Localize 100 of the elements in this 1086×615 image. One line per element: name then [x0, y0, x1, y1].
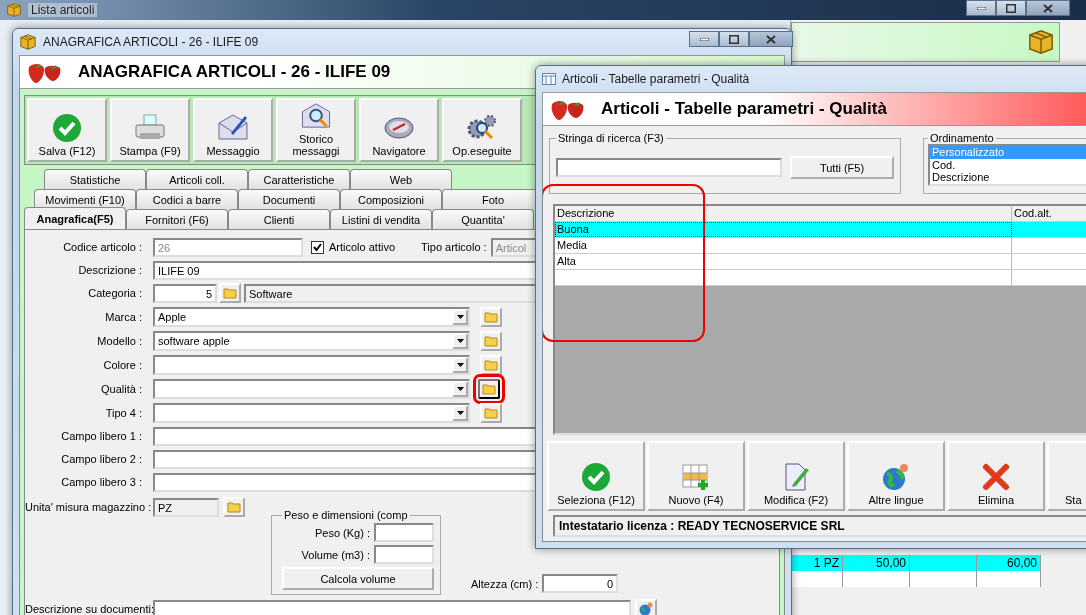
minimize-button[interactable] [689, 31, 719, 47]
tab[interactable]: Clienti [228, 209, 330, 229]
field-label: Marca : [104, 310, 143, 323]
tab[interactable]: Quantita' [432, 209, 534, 229]
table-cell: Alta [555, 254, 1012, 269]
tab[interactable]: Codici a barre [136, 189, 238, 209]
grid-row[interactable]: 1 PZ 50,00 60,00 [791, 555, 1041, 571]
list-item[interactable]: Cod. [930, 158, 1086, 171]
checkbox[interactable] [311, 240, 324, 254]
dropdown[interactable] [153, 402, 470, 423]
toolbar-button[interactable]: Navigatore [359, 98, 439, 162]
close-button[interactable] [1026, 0, 1070, 16]
input-field[interactable]: 0 [542, 574, 619, 593]
toolbar-button[interactable]: Elimina [947, 441, 1045, 511]
tab[interactable]: Documenti [238, 189, 340, 209]
tab[interactable]: Web [350, 169, 452, 189]
tab[interactable]: Articoli coll. [146, 169, 248, 189]
field-label: Tipo articolo : [421, 241, 487, 253]
check-icon [52, 113, 82, 143]
toolbar-button[interactable]: Seleziona (F12) [547, 441, 645, 511]
caret-icon [456, 314, 464, 319]
grid-row[interactable]: Alta [555, 254, 1086, 270]
close-icon [766, 34, 776, 44]
input-field[interactable]: PZ [153, 497, 219, 517]
toolbar-button[interactable]: Stampa (F9) [110, 98, 190, 162]
field-label: Campo libero 3 : [60, 476, 143, 488]
toolbar-button[interactable]: Salva (F12) [27, 98, 107, 162]
maximize-button[interactable] [996, 0, 1026, 16]
caret-icon [456, 386, 464, 391]
dropdown[interactable]: software apple [153, 330, 470, 351]
toolbar-button[interactable]: Modifica (F2) [747, 441, 845, 511]
maximize-icon [1006, 3, 1016, 13]
table-icon [542, 73, 556, 85]
table-cell: Media [555, 238, 1012, 253]
field-label: Peso (Kg) : [314, 526, 370, 539]
input-field[interactable] [374, 545, 434, 564]
field-label: Altezza (cm) : [471, 577, 539, 590]
folder-icon [484, 310, 498, 323]
delete-cross-icon [981, 462, 1011, 492]
folder-icon [227, 501, 241, 513]
field-label: Campo libero 1 : [60, 430, 143, 442]
folder-icon [484, 334, 498, 347]
toolbar-button[interactable]: Altre lingue [847, 441, 945, 511]
globe-icon [639, 602, 653, 615]
field-label: Colore : [102, 358, 143, 371]
dropdown[interactable] [153, 354, 470, 375]
dropdown[interactable] [153, 378, 470, 399]
maximize-button[interactable] [719, 31, 749, 47]
group-title: Peso e dimensioni (comp [283, 509, 409, 521]
group-title: Ordinamento [929, 132, 995, 144]
toolbar-button[interactable]: Op.eseguite [442, 98, 522, 162]
column-header[interactable]: Descrizione [555, 206, 1012, 221]
check-icon [313, 242, 322, 252]
input-field[interactable] [153, 599, 631, 615]
envelope-magnifier-icon [300, 102, 332, 131]
checkbox-label: Articolo attivo [329, 241, 396, 253]
field-label: Categoria : [87, 287, 143, 299]
field-label: Tipo 4 : [104, 406, 143, 419]
tab[interactable]: Anagrafica(F5) [24, 207, 126, 229]
minimize-icon [699, 37, 709, 41]
column-header[interactable]: Cod.alt. [1012, 206, 1086, 221]
maximize-icon [729, 34, 739, 44]
close-button[interactable] [749, 31, 793, 47]
field-label: Unita' misura magazzino : [25, 501, 153, 513]
table-cell: Buona [555, 222, 1012, 237]
toolbar-button[interactable]: Messaggio [193, 98, 273, 162]
tab[interactable]: Listini di vendita [330, 209, 432, 229]
caret-icon [456, 338, 464, 343]
toolbar-button[interactable]: Sta [1047, 441, 1086, 511]
check-icon [581, 462, 611, 492]
tab[interactable]: Fornitori (F6) [126, 209, 228, 229]
envelope-pen-icon [217, 113, 249, 143]
grid-plus-icon [681, 462, 711, 492]
language-button[interactable] [635, 599, 657, 615]
cube-icon [19, 33, 37, 51]
window-title: Articoli - Tabelle parametri - Qualità [562, 72, 750, 86]
field-label: Qualità : [100, 382, 143, 395]
input-field[interactable] [374, 523, 434, 542]
minimize-icon [976, 6, 986, 10]
calculate-button[interactable]: Calcola volume [282, 567, 434, 590]
caret-icon [456, 362, 464, 367]
tab[interactable]: Caratteristiche [248, 169, 350, 189]
toolbar-button[interactable]: Storico messaggi [276, 98, 356, 162]
show-all-button[interactable]: Tutti (F5) [790, 156, 894, 179]
field-label: Volume (m3) : [301, 548, 370, 561]
toolbar-button[interactable]: Nuovo (F4) [647, 441, 745, 511]
grid-row[interactable]: Media [555, 238, 1086, 254]
minimize-button[interactable] [966, 0, 996, 16]
tab[interactable]: Statistiche [44, 169, 146, 189]
list-item[interactable]: Descrizione [930, 171, 1086, 184]
field-label: Codice articolo : [62, 241, 143, 253]
tab[interactable]: Composizioni [340, 189, 442, 209]
group-title: Stringa di ricerca (F3) [557, 132, 665, 144]
search-field[interactable] [556, 158, 782, 177]
tab[interactable]: Movimenti (F10) [34, 189, 136, 209]
field-label: Descrizione su documenti: [25, 603, 153, 615]
input-field[interactable]: 5 [153, 283, 217, 303]
grid-row[interactable]: Buona [555, 222, 1086, 238]
cube-icon [1027, 28, 1055, 56]
dropdown[interactable]: Apple [153, 306, 470, 327]
